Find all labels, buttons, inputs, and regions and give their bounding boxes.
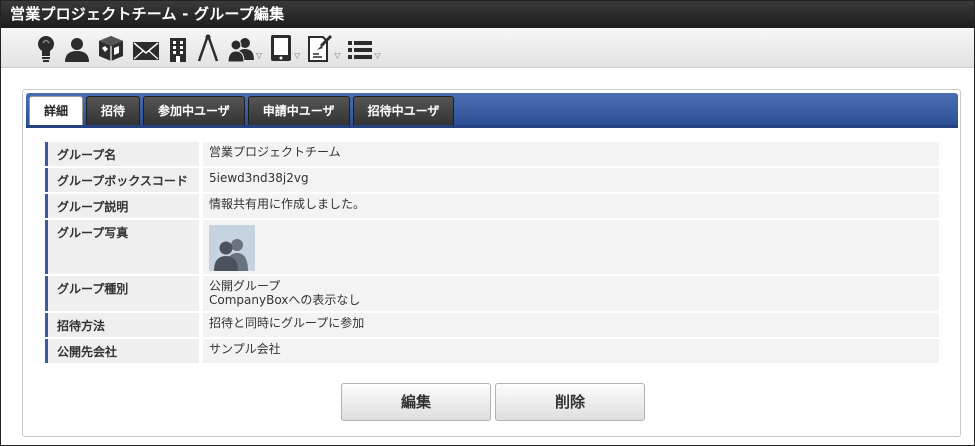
lightbulb-icon bbox=[38, 35, 54, 62]
list-menu-button[interactable]: ▽ bbox=[347, 34, 381, 62]
tab-invited-users[interactable]: 招待中ユーザ bbox=[352, 96, 455, 125]
row-label: グループボックスコード bbox=[45, 168, 199, 192]
tab-invite[interactable]: 招待 bbox=[86, 96, 141, 125]
mail-button[interactable] bbox=[132, 34, 160, 62]
public-company-value: サンプル会社 bbox=[203, 339, 939, 363]
row-label: グループ名 bbox=[45, 142, 199, 166]
detail-table: グループ名 営業プロジェクトチーム グループボックスコード 5iewd3nd38… bbox=[45, 142, 939, 365]
action-buttons: 編集 削除 bbox=[341, 383, 649, 421]
detail-row-type: グループ種別 公開グループ CompanyBoxへの表示なし bbox=[45, 276, 939, 313]
row-label: グループ説明 bbox=[45, 194, 199, 218]
description-value: 情報共有用に作成しました。 bbox=[203, 194, 939, 218]
building-button[interactable] bbox=[167, 34, 189, 62]
row-label: 公開先会社 bbox=[45, 339, 199, 363]
row-label: 招待方法 bbox=[45, 313, 199, 337]
row-label: グループ種別 bbox=[45, 276, 199, 311]
chevron-down-icon: ▽ bbox=[374, 50, 381, 60]
type-line-2: CompanyBoxへの表示なし bbox=[209, 293, 361, 307]
box-icon bbox=[99, 35, 123, 61]
group-icon bbox=[227, 37, 254, 62]
group-avatar bbox=[209, 225, 255, 271]
type-line-1: 公開グループ bbox=[209, 279, 281, 293]
window-title: 営業プロジェクトチーム - グループ編集 bbox=[1, 1, 974, 28]
compass-button[interactable] bbox=[196, 34, 220, 62]
group-menu-button[interactable]: ▽ bbox=[227, 34, 262, 62]
device-icon bbox=[271, 34, 292, 61]
lightbulb-button[interactable] bbox=[35, 34, 57, 62]
user-button[interactable] bbox=[64, 34, 90, 62]
tab-members[interactable]: 参加中ユーザ bbox=[143, 96, 245, 125]
detail-row-public-company: 公開先会社 サンプル会社 bbox=[45, 339, 939, 365]
edit-button[interactable]: 編集 bbox=[341, 383, 491, 421]
user-icon bbox=[65, 37, 89, 62]
document-pin-icon bbox=[308, 34, 333, 62]
box-button[interactable] bbox=[97, 34, 125, 62]
detail-row-group-name: グループ名 営業プロジェクトチーム bbox=[45, 142, 939, 168]
toolbar: ▽ ▽ ▽ ▽ bbox=[1, 28, 974, 68]
group-detail-panel: 詳細 招待 参加中ユーザ 申請中ユーザ 招待中ユーザ グループ名 営業プロジェク… bbox=[22, 89, 961, 437]
compass-icon bbox=[197, 34, 219, 61]
detail-row-box-code: グループボックスコード 5iewd3nd38j2vg bbox=[45, 168, 939, 194]
chevron-down-icon: ▽ bbox=[294, 50, 301, 60]
delete-button[interactable]: 削除 bbox=[495, 383, 645, 421]
mail-icon bbox=[133, 41, 159, 60]
detail-row-invite-method: 招待方法 招待と同時にグループに参加 bbox=[45, 313, 939, 339]
tab-details[interactable]: 詳細 bbox=[29, 96, 84, 125]
document-menu-button[interactable]: ▽ bbox=[307, 34, 340, 62]
group-name-value: 営業プロジェクトチーム bbox=[203, 142, 939, 166]
list-icon bbox=[348, 40, 373, 59]
tab-bar: 詳細 招待 参加中ユーザ 申請中ユーザ 招待中ユーザ bbox=[26, 93, 958, 128]
type-value: 公開グループ CompanyBoxへの表示なし bbox=[203, 276, 939, 311]
window: 営業プロジェクトチーム - グループ編集 ▽ ▽ ▽ ▽ 詳細 招待 参加中ユー… bbox=[0, 0, 975, 446]
chevron-down-icon: ▽ bbox=[334, 50, 341, 60]
chevron-down-icon: ▽ bbox=[256, 50, 263, 60]
invite-method-value: 招待と同時にグループに参加 bbox=[203, 313, 939, 337]
row-label: グループ写真 bbox=[45, 220, 199, 274]
box-code-value: 5iewd3nd38j2vg bbox=[203, 168, 939, 192]
detail-row-description: グループ説明 情報共有用に作成しました。 bbox=[45, 194, 939, 220]
building-icon bbox=[170, 37, 186, 62]
group-avatar-icon bbox=[214, 239, 248, 271]
device-menu-button[interactable]: ▽ bbox=[269, 34, 300, 62]
detail-row-photo: グループ写真 bbox=[45, 220, 939, 276]
tab-applicants[interactable]: 申請中ユーザ bbox=[247, 96, 350, 125]
photo-cell bbox=[203, 220, 939, 274]
